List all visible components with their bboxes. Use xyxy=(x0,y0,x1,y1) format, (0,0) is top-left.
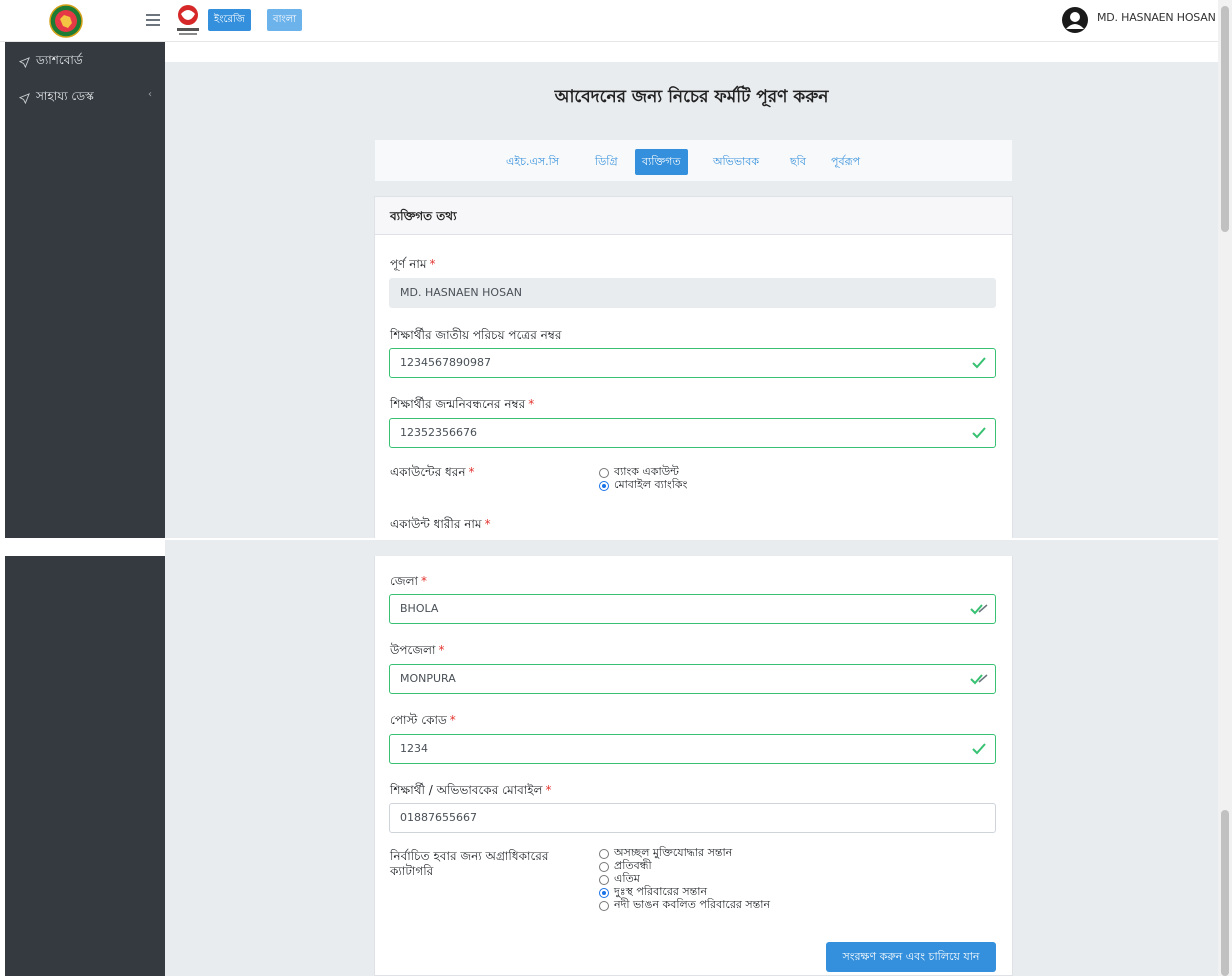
district-label: জেলা * xyxy=(390,574,428,588)
card-header: ব্যক্তিগত তথ্য xyxy=(375,197,1012,235)
full-name-label: পূর্ণ নাম * xyxy=(390,257,436,271)
postcode-label: পোস্ট কোড * xyxy=(390,713,456,727)
check-icon xyxy=(972,427,986,439)
tab-personal[interactable]: ব্যক্তিগত xyxy=(635,149,688,175)
radio-button-selected[interactable] xyxy=(599,480,609,491)
nid-input[interactable]: 1234567890987 xyxy=(389,348,996,378)
language-english-button[interactable]: ইংরেজি xyxy=(208,9,251,31)
district-select[interactable]: BHOLA xyxy=(389,594,996,624)
page-title: আবেদনের জন্য নিচের ফর্মটি পূরণ করুন xyxy=(554,87,829,107)
tab-preview[interactable]: পূর্বরূপ xyxy=(824,149,867,175)
radio-button[interactable] xyxy=(599,861,609,872)
postcode-input[interactable]: 1234 xyxy=(389,734,996,764)
double-check-icon xyxy=(970,604,988,615)
radio-mobile-banking[interactable]: মোবাইল ব্যাংকিং xyxy=(599,478,687,492)
language-bangla-button[interactable]: বাংলা xyxy=(267,9,303,31)
radio-button[interactable] xyxy=(599,874,609,885)
check-icon xyxy=(972,743,986,755)
send-icon xyxy=(19,56,30,68)
sidebar-continued xyxy=(5,556,165,976)
bangladesh-govt-emblem-icon xyxy=(49,4,83,38)
menu-toggle-icon[interactable] xyxy=(146,14,160,26)
priority-radio-group: অসচ্ছল মুক্তিযোদ্ধার সন্তান প্রতিবন্ধী এ… xyxy=(599,846,770,912)
upazila-select[interactable]: MONPURA xyxy=(389,664,996,694)
tab-guardian[interactable]: অভিভাবক xyxy=(706,149,766,175)
save-and-continue-button[interactable]: সংরক্ষণ করুন এবং চালিয়ে যান xyxy=(826,942,996,972)
radio-button[interactable] xyxy=(599,848,609,859)
mujib-logo-icon xyxy=(177,5,199,35)
account-holder-label: একাউন্ট ধারীর নাম * xyxy=(390,517,491,531)
tab-hsc[interactable]: এইচ.এস.সি xyxy=(499,149,566,175)
sidebar-item-label: সাহায্য ডেস্ক xyxy=(36,89,94,103)
radio-river-erosion-family-child[interactable]: নদী ভাঙন কবলিত পরিবারের সন্তান xyxy=(599,898,770,912)
nid-label: শিক্ষার্থীর জাতীয় পরিচয় পত্রের নম্বর xyxy=(390,328,562,342)
chevron-left-icon[interactable]: ‹ xyxy=(148,89,152,100)
birth-reg-input[interactable]: 12352356676 xyxy=(389,418,996,448)
top-navbar: ইংরেজি বাংলা MD. HASNAEN HOSAN xyxy=(0,0,1218,42)
account-type-label: একাউন্টের ধরন * xyxy=(390,465,475,479)
mobile-input[interactable]: 01887655667 xyxy=(389,803,996,833)
priority-category-label: নির্বাচিত হবার জন্য অগ্রাধিকারের ক্যাটাগ… xyxy=(390,849,549,878)
scrollbar[interactable] xyxy=(1218,0,1232,976)
tab-photo[interactable]: ছবি xyxy=(783,149,813,175)
govt-logo[interactable] xyxy=(48,3,84,39)
check-icon xyxy=(972,357,986,369)
full-name-input: MD. HASNAEN HOSAN xyxy=(389,278,996,308)
sidebar-item-label: ড্যাশবোর্ড xyxy=(36,53,83,67)
radio-button[interactable] xyxy=(599,900,609,911)
user-avatar[interactable] xyxy=(1061,6,1089,34)
tab-degree[interactable]: ডিগ্রি xyxy=(588,149,625,175)
form-tabs: এইচ.এস.সি ডিগ্রি ব্যক্তিগত অভিভাবক ছবি প… xyxy=(374,139,1013,182)
sidebar-item-help-desk[interactable]: সাহায্য ডেস্ক xyxy=(19,88,94,108)
double-check-icon xyxy=(970,674,988,685)
mujib-borsho-logo xyxy=(173,2,203,38)
mobile-label: শিক্ষার্থী / অভিভাবকের মোবাইল * xyxy=(390,783,552,797)
radio-button[interactable] xyxy=(599,467,609,478)
account-type-radio-group: ব্যাংক একাউন্ট মোবাইল ব্যাংকিং xyxy=(599,465,687,492)
scrollbar-thumb[interactable] xyxy=(1221,810,1229,976)
birth-reg-label: শিক্ষার্থীর জন্মনিবন্ধনের নম্বর * xyxy=(390,397,535,411)
upazila-label: উপজেলা * xyxy=(390,643,445,657)
scrollbar-thumb[interactable] xyxy=(1221,6,1229,232)
user-circle-icon xyxy=(1062,7,1088,33)
user-name[interactable]: MD. HASNAEN HOSAN xyxy=(1097,11,1216,24)
radio-button-selected[interactable] xyxy=(599,887,609,898)
send-icon xyxy=(19,92,30,104)
sidebar-item-dashboard[interactable]: ড্যাশবোর্ড xyxy=(19,52,83,72)
